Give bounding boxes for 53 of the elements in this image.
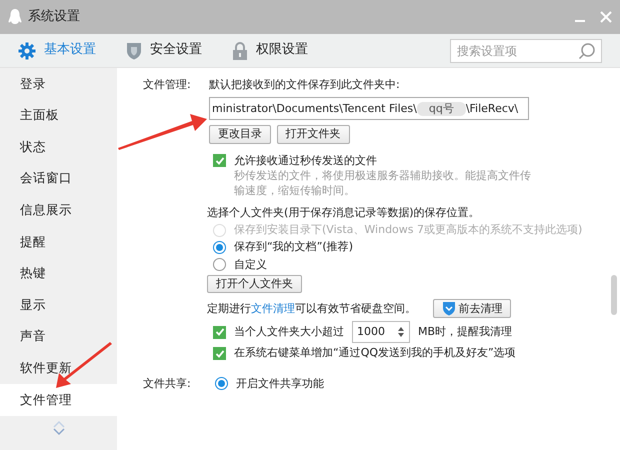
section-label: 文件管理: [143,78,192,92]
settings-tab[interactable]: 安全设置 [126,42,202,60]
folder-prompt: 默认把接收到的文件保存到此文件夹中: [209,78,401,92]
close-icon[interactable] [600,11,612,23]
sidebar-item[interactable]: 信息展示 [0,194,117,226]
option-label: 保存到安装目录下(Vista、Windows 7或更高版本的系统不支持此选项) [234,223,582,238]
sidebar-item[interactable]: 声音 [0,320,117,352]
shield-icon [126,42,142,60]
settings-tab[interactable]: 基本设置 [18,42,96,60]
radio-button[interactable] [213,241,226,254]
sidebar-item[interactable]: 提醒 [0,226,117,258]
sidebar-item[interactable]: 状态 [0,131,117,163]
option-label: 当个人文件夹大小超过 [234,325,344,340]
checkbox[interactable] [213,347,226,360]
sidebar-item[interactable]: 软件更新 [0,352,117,384]
sidebar-item[interactable]: 热键 [0,258,117,290]
penguin-icon [8,8,22,26]
option-hint: 秒传发送的文件，将使用极速服务器辅助接收。能提高文件传输速度，缩短传输时间。 [234,168,532,198]
sidebar-item[interactable]: 会话窗口 [0,162,117,194]
lock-icon [232,42,248,60]
folder-button[interactable]: 打开个人文件夹 [207,275,302,294]
option-label: 在系统右键菜单增加“通过QQ发送到我的手机及好友”选项 [234,346,516,361]
search-field[interactable]: 搜索设置项 [450,38,602,62]
folder-button[interactable]: 打开文件夹 [276,125,350,144]
sidebar-item[interactable]: 登录 [0,68,117,100]
option-label: 自定义 [234,258,267,272]
folder-button[interactable]: 更改目录 [209,125,271,144]
folder-prompt: 选择个人文件夹(用于保存消息记录等数据)的保存位置。 [207,206,481,220]
option-label: 保存到“我的文档”(推荐) [234,240,353,255]
shield-icon [442,301,456,316]
option-label: 开启文件共享功能 [236,376,324,391]
checkbox[interactable] [213,326,226,339]
radio-button[interactable] [215,377,228,390]
option-label: MB时，提醒我清理 [418,325,512,340]
scrollbar-thumb[interactable] [611,275,617,315]
search-icon[interactable] [578,42,596,60]
sidebar-item[interactable]: 主面板 [0,100,117,132]
cleanup-button[interactable]: 前去清理 [432,299,512,318]
window-title: 系统设置 [28,8,80,26]
cleanup-text: 定期进行文件清理可以有效节省硬盘空间。 [207,302,416,316]
spinner-arrows-icon[interactable] [397,326,405,338]
checkbox[interactable] [213,154,226,168]
scroll-down-icon[interactable] [52,428,64,436]
sidebar-item[interactable]: 文件管理 [0,384,117,416]
section-label: 文件共享: [143,376,192,391]
radio-button[interactable] [213,258,226,272]
cleanup-link[interactable]: 文件清理 [251,302,295,315]
path-field[interactable]: ministrator\Documents\Tencent Files\ qq号 \FileRecv\ [209,97,529,120]
settings-tab[interactable]: 权限设置 [232,42,308,60]
option-label: 允许接收通过秒传发送的文件 [234,154,377,168]
number-field[interactable]: 1000 [352,321,410,344]
gear-icon [18,42,36,60]
sidebar-item[interactable]: 显示 [0,289,117,321]
